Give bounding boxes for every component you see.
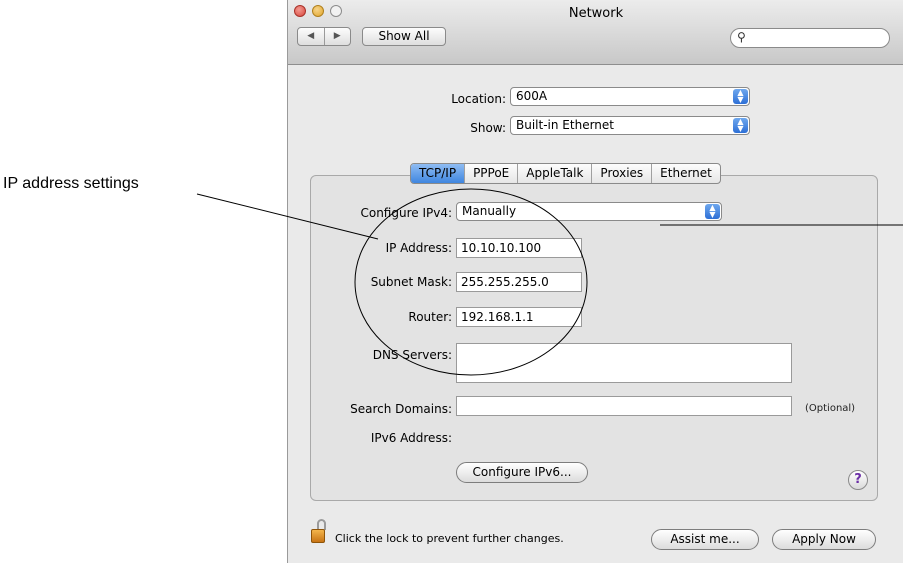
lock-icon[interactable] — [311, 519, 329, 545]
forward-arrow-icon[interactable]: ▶ — [323, 28, 351, 45]
popup-arrows-icon: ▲ ▼ — [705, 204, 720, 219]
configure-ipv4-value: Manually — [462, 204, 517, 218]
location-label: Location: — [451, 92, 506, 106]
location-popup[interactable]: 600A ▲ ▼ — [510, 87, 750, 106]
lock-message: Click the lock to prevent further change… — [335, 532, 564, 545]
ipv6-address-label: IPv6 Address: — [370, 431, 452, 445]
apply-now-button[interactable]: Apply Now — [772, 529, 876, 550]
router-field[interactable]: 192.168.1.1 — [456, 307, 582, 327]
configure-ipv6-button[interactable]: Configure IPv6... — [456, 462, 588, 483]
popup-arrows-icon: ▲ ▼ — [733, 118, 748, 133]
optional-note: (Optional) — [805, 403, 856, 414]
router-label: Router: — [408, 310, 452, 324]
ip-address-label: IP Address: — [385, 241, 452, 255]
location-value: 600A — [516, 89, 548, 103]
subnet-mask-field[interactable]: 255.255.255.0 — [456, 272, 582, 292]
window-title: Network — [568, 6, 624, 21]
search-field[interactable]: ⚲ — [730, 28, 890, 48]
tab-pppoe[interactable]: PPPoE — [464, 164, 517, 183]
tcpip-group-box — [310, 175, 878, 501]
show-all-button[interactable]: Show All — [362, 27, 446, 46]
tab-tcpip[interactable]: TCP/IP — [411, 164, 465, 183]
dns-servers-field[interactable] — [456, 343, 792, 383]
window-toolbar: Network ◀ ▶ Show All ⚲ — [288, 0, 903, 65]
configure-ipv4-label: Configure IPv4: — [360, 206, 452, 220]
back-arrow-icon[interactable]: ◀ — [298, 28, 324, 45]
tab-bar: TCP/IP PPPoE AppleTalk Proxies Ethernet — [410, 163, 721, 184]
configure-ipv4-popup[interactable]: Manually ▲ ▼ — [456, 202, 722, 221]
popup-arrows-icon: ▲ ▼ — [733, 89, 748, 104]
network-preferences-window: Network ◀ ▶ Show All ⚲ Location: 600A ▲ ▼… — [287, 0, 903, 563]
help-button[interactable]: ? — [848, 470, 868, 490]
search-domains-field[interactable] — [456, 396, 792, 416]
search-icon: ⚲ — [737, 30, 746, 44]
show-label: Show: — [470, 121, 506, 135]
back-forward-control: ◀ ▶ — [297, 27, 351, 46]
search-domains-label: Search Domains: — [350, 402, 452, 416]
dns-servers-label: DNS Servers: — [372, 348, 452, 362]
tab-ethernet[interactable]: Ethernet — [651, 164, 720, 183]
ip-address-field[interactable]: 10.10.10.100 — [456, 238, 582, 258]
show-popup[interactable]: Built-in Ethernet ▲ ▼ — [510, 116, 750, 135]
tab-appletalk[interactable]: AppleTalk — [517, 164, 591, 183]
callout-label: IP address settings — [3, 175, 139, 192]
subnet-mask-label: Subnet Mask: — [370, 275, 452, 289]
show-value: Built-in Ethernet — [516, 118, 614, 132]
assist-me-button[interactable]: Assist me... — [651, 529, 759, 550]
tab-proxies[interactable]: Proxies — [591, 164, 651, 183]
